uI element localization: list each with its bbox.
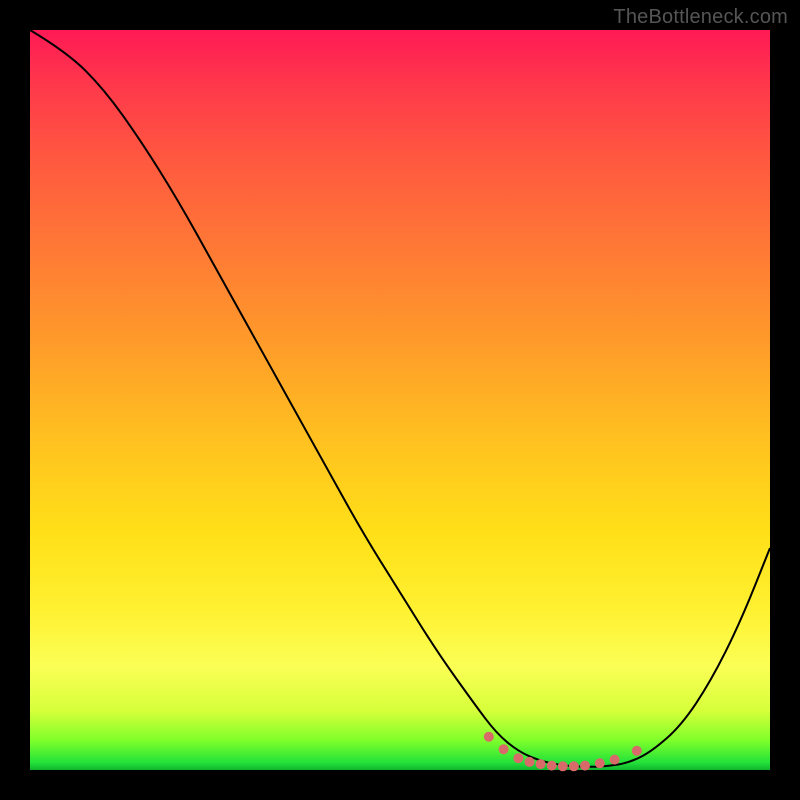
data-point xyxy=(513,753,523,763)
data-point xyxy=(547,761,557,771)
data-point xyxy=(525,757,535,767)
data-point xyxy=(632,746,642,756)
chart-frame: TheBottleneck.com xyxy=(0,0,800,800)
watermark-text: TheBottleneck.com xyxy=(613,6,788,29)
data-point xyxy=(595,758,605,768)
data-point xyxy=(569,761,579,771)
bottleneck-curve xyxy=(30,30,770,767)
data-point xyxy=(610,755,620,765)
data-point xyxy=(499,744,509,754)
data-point xyxy=(484,732,494,742)
chart-overlay xyxy=(30,30,770,770)
data-point xyxy=(558,761,568,771)
data-point xyxy=(536,759,546,769)
data-point xyxy=(580,761,590,771)
